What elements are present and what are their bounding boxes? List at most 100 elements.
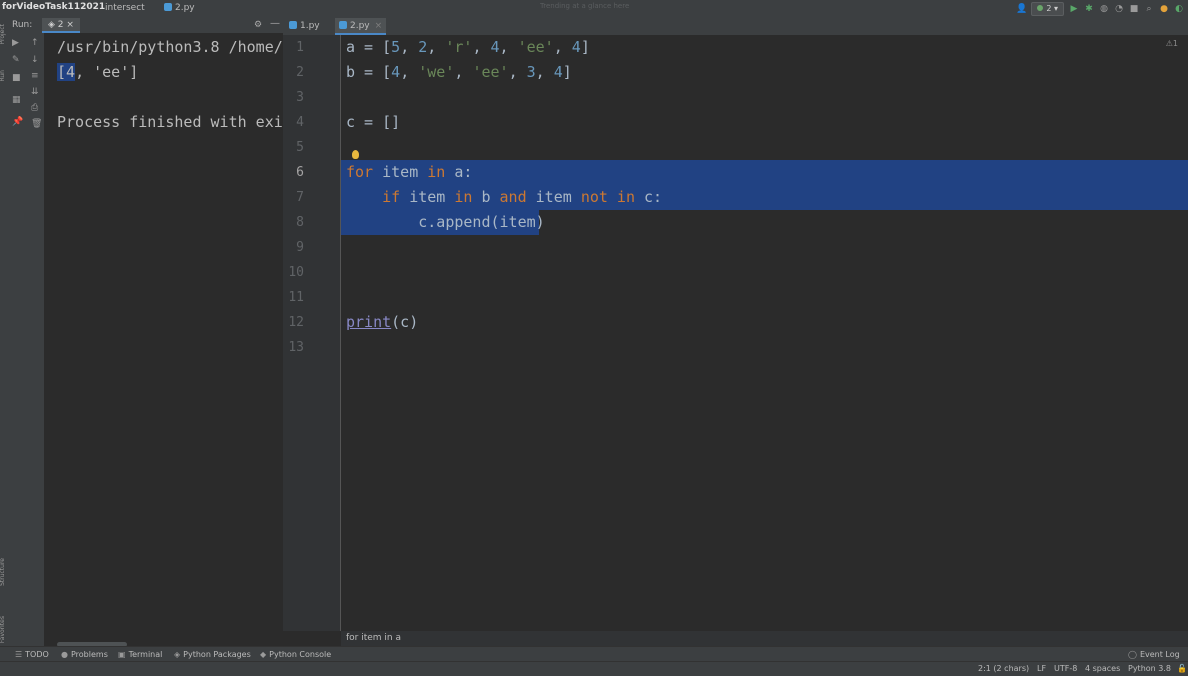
python-console-tool-button[interactable]: ◆ Python Console: [260, 650, 331, 659]
tab-2py[interactable]: 2.py ×: [335, 18, 387, 35]
debug-icon[interactable]: ✱: [1084, 4, 1094, 14]
info-icon: ●: [61, 650, 68, 659]
inspection-widget[interactable]: ⚠1: [1166, 39, 1178, 48]
output-result-rest: , 'ee']: [75, 63, 139, 81]
python-config-icon: [1037, 5, 1044, 11]
code-breadcrumb[interactable]: for item in a: [346, 633, 401, 643]
status-bar: 2:1 (2 chars) LF UTF-8 4 spaces Python 3…: [0, 661, 1188, 676]
down-arrow-icon[interactable]: ↓: [31, 55, 39, 65]
close-icon[interactable]: ×: [66, 20, 74, 30]
run-tab[interactable]: ◈ 2 ×: [42, 18, 80, 33]
user-icon[interactable]: 👤: [1016, 4, 1027, 14]
stop-run-icon[interactable]: ■: [12, 73, 21, 83]
event-log-icon: ◯: [1128, 650, 1137, 659]
minimize-icon[interactable]: —: [270, 18, 280, 29]
code-line-2: b = [4, 'we', 'ee', 3, 4]: [346, 63, 572, 81]
breadcrumb-folder[interactable]: intersect: [105, 3, 145, 13]
run-config-label: 2: [1046, 4, 1052, 13]
line-number: 1: [296, 40, 304, 55]
print-icon[interactable]: ⎙: [31, 103, 38, 113]
list-icon: ☰: [15, 650, 23, 659]
run-output[interactable]: /usr/bin/python3.8 /home/p [4, 'ee'] Pro…: [44, 33, 283, 633]
code-line-6: for item in a:: [346, 163, 473, 181]
lock-icon[interactable]: 🔓: [1177, 664, 1187, 673]
run-panel-header: Run: ◈ 2 × ⚙ —: [8, 18, 283, 33]
code-editor[interactable]: ⚠1 a = [5, 2, 'r', 4, 'ee', 4] b = [4, '…: [341, 35, 1188, 631]
output-selection: [4: [57, 63, 76, 81]
soft-wrap-icon[interactable]: ≡: [31, 71, 39, 81]
run-icon[interactable]: ▶: [1069, 4, 1079, 14]
title-bar: forVideoTask112021 intersect 2.py Trendi…: [0, 0, 1188, 18]
wrench-icon[interactable]: ✎: [12, 55, 20, 65]
bulb-icon[interactable]: [352, 150, 359, 159]
event-log-tool-button[interactable]: ◯ Event Log: [1128, 650, 1180, 659]
tool-windows-bar: ☰ TODO ● Problems ▣ Terminal ◈ Python Packag…: [0, 646, 1188, 662]
coverage-icon[interactable]: ◍: [1099, 4, 1109, 14]
run-toolbar: 👤 2 ▾ ▶ ✱ ◍ ◔ ■ ⌕ ● ◐: [1016, 1, 1184, 17]
code-breadcrumb-bar: for item in a: [341, 631, 1188, 646]
run-tool-label[interactable]: Run: [0, 70, 6, 82]
todo-tool-button[interactable]: ☰ TODO: [15, 650, 49, 659]
line-number: 8: [296, 215, 304, 230]
structure-tool-label[interactable]: Structure: [0, 558, 6, 586]
line-number: 13: [288, 340, 304, 355]
output-result: [4, 'ee']: [57, 63, 138, 81]
project-name[interactable]: forVideoTask112021: [2, 2, 105, 12]
python-file-icon: [289, 21, 297, 29]
trash-icon[interactable]: 🗑: [31, 119, 42, 129]
indent-setting[interactable]: 4 spaces: [1085, 664, 1120, 673]
pin-icon[interactable]: 📌: [12, 117, 23, 127]
line-number: 3: [296, 90, 304, 105]
rerun-icon[interactable]: ▶: [12, 38, 19, 48]
problems-tool-button[interactable]: ● Problems: [61, 650, 108, 659]
faint-title: Trending at a glance here: [540, 2, 630, 10]
run-label: Run:: [12, 20, 33, 30]
up-arrow-icon[interactable]: ↑: [31, 38, 39, 48]
search-icon[interactable]: ⌕: [1144, 4, 1154, 14]
scroll-to-end-icon[interactable]: ⇊: [31, 87, 39, 97]
python-console-icon: ◆: [260, 650, 267, 659]
output-command: /usr/bin/python3.8 /home/p: [57, 38, 283, 56]
profile-icon[interactable]: ◔: [1114, 4, 1124, 14]
python-packages-tool-button[interactable]: ◈ Python Packages: [174, 650, 251, 659]
line-number: 11: [288, 290, 304, 305]
code-line-1: a = [5, 2, 'r', 4, 'ee', 4]: [346, 38, 590, 56]
line-number: 9: [296, 240, 304, 255]
python-interpreter[interactable]: Python 3.8: [1128, 664, 1171, 673]
output-exit-message: Process finished with exit: [57, 113, 283, 131]
ide-status-icon[interactable]: ◐: [1174, 4, 1184, 14]
code-line-12: print(c): [346, 313, 419, 331]
code-line-4: c = []: [346, 113, 401, 131]
stop-icon[interactable]: ■: [1129, 4, 1139, 14]
line-number: 10: [288, 265, 304, 280]
caret-position[interactable]: 2:1 (2 chars): [978, 664, 1029, 673]
favorites-tool-label[interactable]: Favorites: [0, 616, 6, 643]
left-tool-strip: Project Run Structure Favorites: [0, 18, 8, 646]
python-file-icon: [339, 21, 347, 29]
line-number: 4: [296, 115, 304, 130]
python-file-icon: [164, 3, 172, 11]
line-number: 7: [296, 190, 304, 205]
tab-2py-label: 2.py: [350, 21, 370, 31]
line-number: 2: [296, 65, 304, 80]
tab-1py-label: 1.py: [300, 21, 320, 31]
file-encoding[interactable]: UTF-8: [1054, 664, 1077, 673]
gear-icon[interactable]: ⚙: [254, 20, 262, 30]
tab-1py[interactable]: 1.py: [285, 18, 324, 35]
terminal-tool-button[interactable]: ▣ Terminal: [118, 650, 162, 659]
code-line-8: c.append(item): [346, 213, 545, 231]
line-number: 5: [296, 140, 304, 155]
run-tab-label: 2: [57, 20, 64, 30]
run-config-selector[interactable]: 2 ▾: [1031, 2, 1064, 16]
line-separator[interactable]: LF: [1037, 664, 1046, 673]
package-icon: ◈: [174, 650, 181, 659]
layout-icon[interactable]: ▦: [12, 95, 21, 105]
terminal-icon: ▣: [118, 650, 126, 659]
code-line-7: if item in b and item not in c:: [382, 188, 663, 206]
breadcrumb-file[interactable]: 2.py: [164, 3, 195, 13]
settings-icon[interactable]: ●: [1159, 4, 1169, 14]
close-tab-icon[interactable]: ×: [375, 21, 383, 31]
editor-tabs: 1.py 2.py ×: [283, 18, 1188, 35]
breadcrumb-file-label: 2.py: [175, 3, 195, 13]
project-tool-label[interactable]: Project: [0, 24, 6, 45]
